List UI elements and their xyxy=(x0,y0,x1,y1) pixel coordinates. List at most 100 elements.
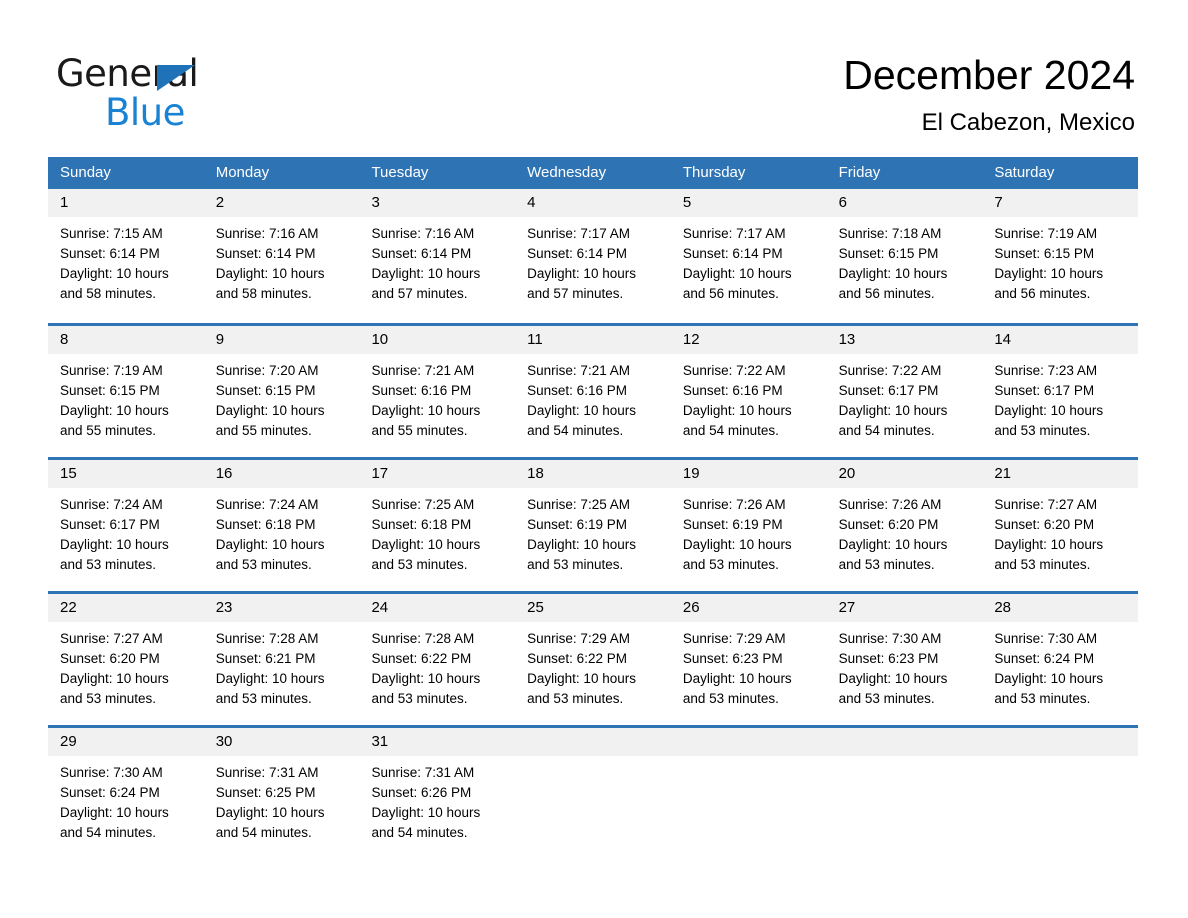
day-cell[interactable]: 7 Sunrise: 7:19 AM Sunset: 6:15 PM Dayli… xyxy=(982,189,1139,314)
day-cell[interactable]: 14 Sunrise: 7:23 AM Sunset: 6:17 PM Dayl… xyxy=(982,326,1139,448)
day-cell[interactable]: 8 Sunrise: 7:19 AM Sunset: 6:15 PM Dayli… xyxy=(48,326,204,448)
day-number-band: 26 xyxy=(670,594,827,622)
page-subtitle: El Cabezon, Mexico xyxy=(921,109,1135,136)
day-number: 30 xyxy=(215,733,233,750)
day-cell[interactable]: 25 Sunrise: 7:29 AM Sunset: 6:22 PM Dayl… xyxy=(515,594,671,716)
sunset-text: Sunset: 6:15 PM xyxy=(994,246,1095,261)
day-number-band: 9 xyxy=(203,326,360,354)
daylight-text-line2: and 53 minutes. xyxy=(215,557,312,572)
day-cell[interactable]: 6 Sunrise: 7:18 AM Sunset: 6:15 PM Dayli… xyxy=(826,189,983,314)
day-cell[interactable]: 17 Sunrise: 7:25 AM Sunset: 6:18 PM Dayl… xyxy=(359,460,516,582)
daylight-text-line1: Daylight: 10 hours xyxy=(994,671,1104,686)
day-number-band: 27 xyxy=(826,594,983,622)
daylight-text-line1: Daylight: 10 hours xyxy=(215,266,325,281)
day-cell[interactable]: 12 Sunrise: 7:22 AM Sunset: 6:16 PM Dayl… xyxy=(670,326,827,448)
day-details: Sunrise: 7:27 AM Sunset: 6:20 PM Dayligh… xyxy=(48,622,204,709)
day-number-band xyxy=(826,728,983,756)
daylight-text-line2: and 54 minutes. xyxy=(838,423,935,438)
daylight-text-line2: and 53 minutes. xyxy=(682,557,779,572)
day-number-band: 4 xyxy=(515,189,671,217)
day-cell[interactable]: 10 Sunrise: 7:21 AM Sunset: 6:16 PM Dayl… xyxy=(359,326,516,448)
daylight-text-line1: Daylight: 10 hours xyxy=(682,671,792,686)
general-blue-logo[interactable]: General Blue xyxy=(56,52,316,134)
sunrise-text: Sunrise: 7:24 AM xyxy=(60,497,163,512)
day-cell[interactable]: 20 Sunrise: 7:26 AM Sunset: 6:20 PM Dayl… xyxy=(826,460,983,582)
sunrise-text: Sunrise: 7:31 AM xyxy=(371,765,475,780)
day-number-band: 30 xyxy=(203,728,360,756)
day-number: 23 xyxy=(215,599,233,616)
day-number: 17 xyxy=(371,465,389,482)
brand-name-blue: Blue xyxy=(105,91,185,134)
sunset-text: Sunset: 6:26 PM xyxy=(371,785,472,800)
sunrise-text: Sunrise: 7:16 AM xyxy=(371,226,475,241)
day-cell[interactable]: 19 Sunrise: 7:26 AM Sunset: 6:19 PM Dayl… xyxy=(670,460,827,582)
sunrise-text: Sunrise: 7:16 AM xyxy=(215,226,319,241)
day-cell[interactable]: 29 Sunrise: 7:30 AM Sunset: 6:24 PM Dayl… xyxy=(48,728,204,850)
sunset-text: Sunset: 6:14 PM xyxy=(215,246,316,261)
day-cell[interactable]: 15 Sunrise: 7:24 AM Sunset: 6:17 PM Dayl… xyxy=(48,460,204,582)
day-cell[interactable]: 22 Sunrise: 7:27 AM Sunset: 6:20 PM Dayl… xyxy=(48,594,204,716)
sunrise-text: Sunrise: 7:29 AM xyxy=(682,631,786,646)
sunset-text: Sunset: 6:22 PM xyxy=(371,651,472,666)
day-number-band: 3 xyxy=(359,189,516,217)
day-cell[interactable]: 27 Sunrise: 7:30 AM Sunset: 6:23 PM Dayl… xyxy=(826,594,983,716)
daylight-text-line2: and 54 minutes. xyxy=(215,825,312,840)
day-cell[interactable]: 30 Sunrise: 7:31 AM Sunset: 6:25 PM Dayl… xyxy=(203,728,360,850)
day-number: 20 xyxy=(838,465,856,482)
sunset-text: Sunset: 6:14 PM xyxy=(60,246,160,261)
day-number: 31 xyxy=(371,733,389,750)
day-cell[interactable]: 23 Sunrise: 7:28 AM Sunset: 6:21 PM Dayl… xyxy=(203,594,360,716)
day-number-band xyxy=(670,728,827,756)
day-number-band: 20 xyxy=(826,460,983,488)
day-number-band: 1 xyxy=(48,189,204,217)
daylight-text-line1: Daylight: 10 hours xyxy=(60,537,169,552)
sunset-text: Sunset: 6:23 PM xyxy=(838,651,939,666)
day-number-band: 25 xyxy=(515,594,671,622)
day-details: Sunrise: 7:20 AM Sunset: 6:15 PM Dayligh… xyxy=(204,354,360,441)
day-cell[interactable]: 28 Sunrise: 7:30 AM Sunset: 6:24 PM Dayl… xyxy=(982,594,1139,716)
sunrise-text: Sunrise: 7:20 AM xyxy=(215,363,319,378)
day-cell[interactable]: 5 Sunrise: 7:17 AM Sunset: 6:14 PM Dayli… xyxy=(670,189,827,314)
day-details: Sunrise: 7:17 AM Sunset: 6:14 PM Dayligh… xyxy=(671,217,827,304)
day-number: 4 xyxy=(527,194,536,211)
daylight-text-line2: and 53 minutes. xyxy=(527,691,624,706)
day-number: 10 xyxy=(371,331,389,348)
weekday-header-sunday: Sunday xyxy=(60,164,111,181)
day-cell[interactable]: 1 Sunrise: 7:15 AM Sunset: 6:14 PM Dayli… xyxy=(48,189,204,314)
sunset-text: Sunset: 6:16 PM xyxy=(371,383,472,398)
sunset-text: Sunset: 6:16 PM xyxy=(527,383,627,398)
sunset-text: Sunset: 6:19 PM xyxy=(682,517,783,532)
sunrise-text: Sunrise: 7:29 AM xyxy=(527,631,630,646)
day-cell[interactable]: 24 Sunrise: 7:28 AM Sunset: 6:22 PM Dayl… xyxy=(359,594,516,716)
day-cell[interactable]: 26 Sunrise: 7:29 AM Sunset: 6:23 PM Dayl… xyxy=(670,594,827,716)
day-cell[interactable]: 9 Sunrise: 7:20 AM Sunset: 6:15 PM Dayli… xyxy=(203,326,360,448)
day-cell[interactable]: 11 Sunrise: 7:21 AM Sunset: 6:16 PM Dayl… xyxy=(515,326,671,448)
sunrise-text: Sunrise: 7:19 AM xyxy=(994,226,1098,241)
day-cell[interactable]: 18 Sunrise: 7:25 AM Sunset: 6:19 PM Dayl… xyxy=(515,460,671,582)
daylight-text-line1: Daylight: 10 hours xyxy=(994,537,1104,552)
brand-triangle-icon xyxy=(157,65,195,91)
weekday-header-thursday: Thursday xyxy=(682,164,746,181)
daylight-text-line2: and 57 minutes. xyxy=(371,286,468,301)
day-number: 8 xyxy=(60,331,69,348)
page-header: General Blue December 2024 El Cabezon, M… xyxy=(0,0,1188,155)
day-number: 9 xyxy=(215,331,225,348)
sunrise-text: Sunrise: 7:27 AM xyxy=(994,497,1098,512)
day-number: 14 xyxy=(994,331,1011,348)
day-number: 22 xyxy=(60,599,77,616)
daylight-text-line1: Daylight: 10 hours xyxy=(60,266,169,281)
day-cell[interactable]: 2 Sunrise: 7:16 AM Sunset: 6:14 PM Dayli… xyxy=(203,189,360,314)
day-cell[interactable]: 4 Sunrise: 7:17 AM Sunset: 6:14 PM Dayli… xyxy=(515,189,671,314)
day-cell[interactable]: 31 Sunrise: 7:31 AM Sunset: 6:26 PM Dayl… xyxy=(359,728,516,850)
day-number: 11 xyxy=(527,331,543,348)
weekday-header-friday: Friday xyxy=(838,164,881,181)
daylight-text-line2: and 53 minutes. xyxy=(682,691,779,706)
daylight-text-line2: and 53 minutes. xyxy=(60,557,157,572)
daylight-text-line2: and 56 minutes. xyxy=(682,286,779,301)
day-cell[interactable]: 21 Sunrise: 7:27 AM Sunset: 6:20 PM Dayl… xyxy=(982,460,1139,582)
day-cell[interactable]: 16 Sunrise: 7:24 AM Sunset: 6:18 PM Dayl… xyxy=(203,460,360,582)
day-cell[interactable]: 13 Sunrise: 7:22 AM Sunset: 6:17 PM Dayl… xyxy=(826,326,983,448)
sunset-text: Sunset: 6:24 PM xyxy=(994,651,1095,666)
daylight-text-line2: and 56 minutes. xyxy=(838,286,935,301)
day-cell[interactable]: 3 Sunrise: 7:16 AM Sunset: 6:14 PM Dayli… xyxy=(359,189,516,314)
